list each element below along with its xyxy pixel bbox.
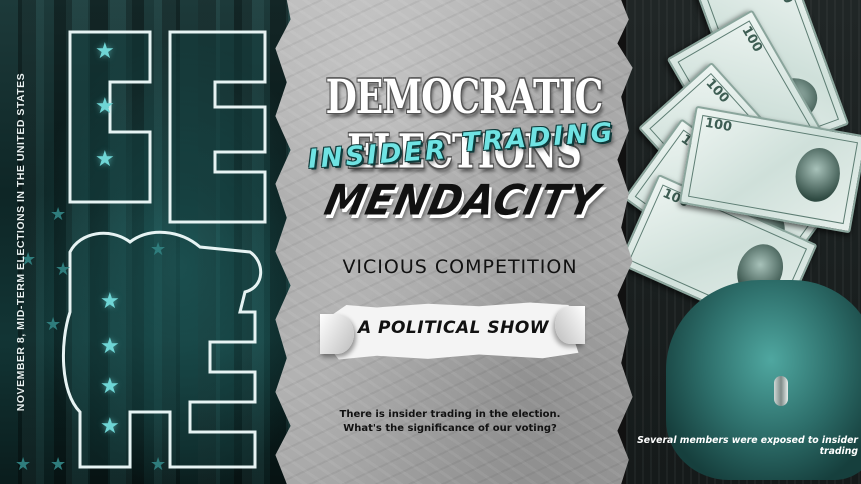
caption: Several members were exposed to insider …	[637, 435, 858, 457]
star-icon: ★	[95, 38, 115, 63]
star-icon: ★	[150, 454, 167, 474]
star-icon: ★	[50, 204, 67, 224]
right-panel-money: 100 100 100 100 100 100	[626, 0, 861, 484]
question-text: There is insider trading in the election…	[300, 408, 600, 436]
star-icon: ★	[95, 146, 115, 171]
side-text: NOVEMBER 8, MID-TERM ELECTIONS IN THE UN…	[6, 0, 36, 484]
star-icon: ★	[55, 259, 72, 279]
star-icon: ★	[100, 288, 120, 313]
headline: MENDACITY	[320, 176, 604, 226]
star-icon: ★	[100, 413, 120, 438]
star-icon: ★	[100, 373, 120, 398]
star-icon: ★	[95, 93, 115, 118]
side-text-label: NOVEMBER 8, MID-TERM ELECTIONS IN THE UN…	[15, 72, 27, 412]
question-line-1: There is insider trading in the election…	[339, 409, 561, 420]
ring-graphic	[774, 376, 788, 406]
question-line-2: What's the significance of our voting?	[343, 423, 557, 434]
star-icon: ★	[45, 314, 62, 334]
subheadline: VICIOUS COMPETITION	[342, 256, 578, 278]
banner: A POLITICAL SHOW	[320, 300, 585, 362]
left-panel-flag: ★ ★ ★ ★ ★ ★ ★ ★ ★ ★ ★ ★ ★ ★ ★ NOVEMBER 8…	[0, 0, 300, 484]
star-icon: ★	[150, 239, 167, 259]
banner-label: A POLITICAL SHOW	[357, 318, 550, 338]
star-icon: ★	[100, 333, 120, 358]
star-icon: ★	[50, 454, 67, 474]
poster: ★ ★ ★ ★ ★ ★ ★ ★ ★ ★ ★ ★ ★ ★ ★ NOVEMBER 8…	[0, 0, 861, 484]
